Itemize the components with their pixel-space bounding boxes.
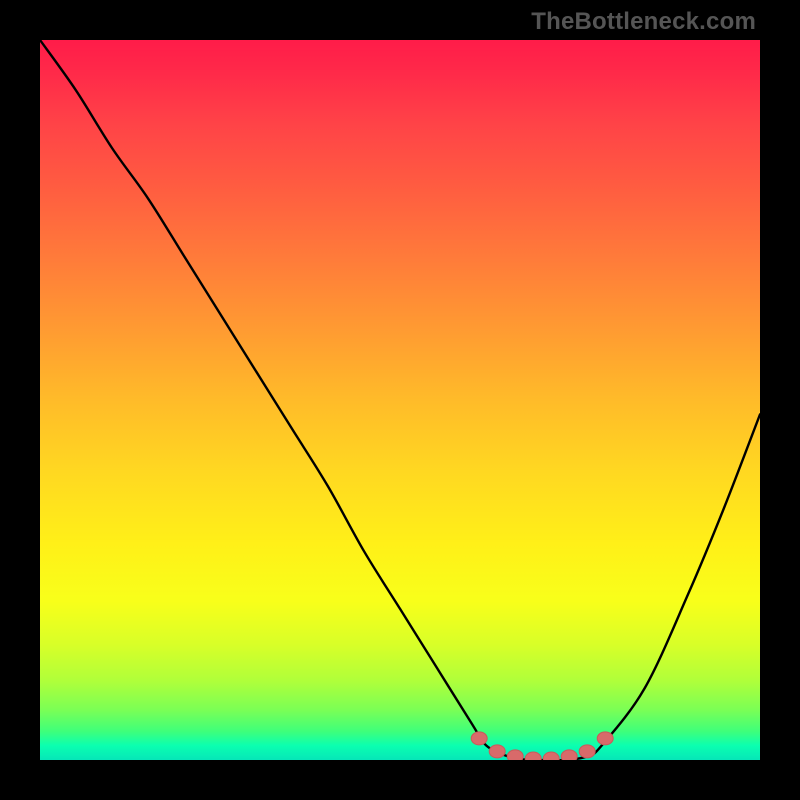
- marker-dot: [471, 732, 487, 745]
- chart-svg: [40, 40, 760, 760]
- optimal-range-markers: [471, 732, 613, 760]
- marker-dot: [543, 752, 559, 760]
- marker-dot: [525, 752, 541, 760]
- watermark: TheBottleneck.com: [531, 8, 756, 36]
- marker-dot: [561, 750, 577, 760]
- marker-dot: [597, 732, 613, 745]
- marker-dot: [579, 745, 595, 758]
- bottleneck-curve: [40, 40, 760, 760]
- plot-area: [40, 40, 760, 760]
- marker-dot: [489, 745, 505, 758]
- chart-container: TheBottleneck.com: [0, 0, 800, 800]
- marker-dot: [507, 750, 523, 760]
